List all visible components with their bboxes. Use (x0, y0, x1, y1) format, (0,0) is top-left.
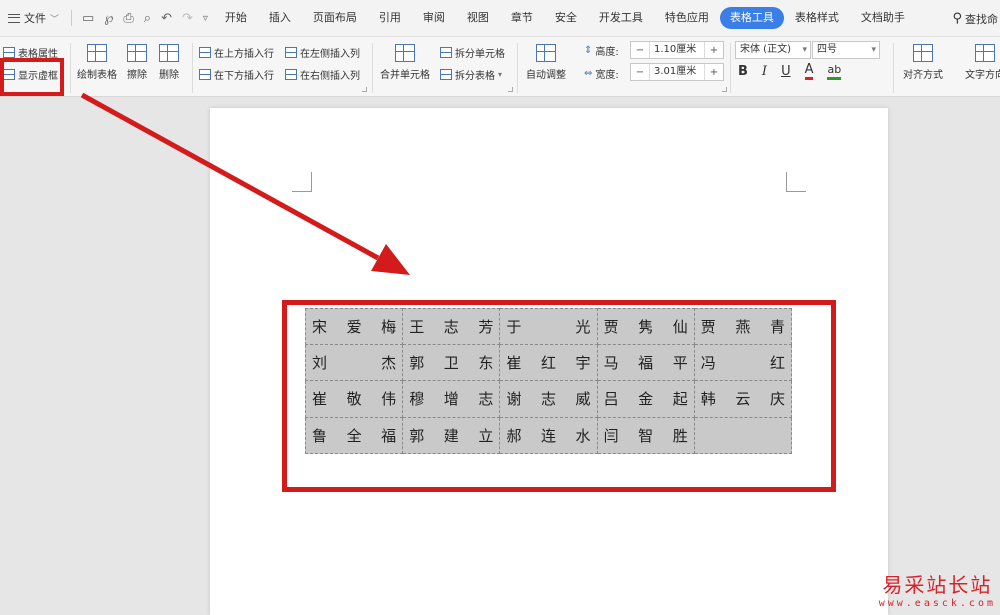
arrow-annotation (80, 92, 410, 275)
watermark-title: 易采站长站 (882, 573, 993, 597)
watermark-url: www.easck.com (878, 598, 996, 609)
arrow-shaft (80, 92, 380, 261)
watermark: 易采站长站 www.easck.com (879, 569, 996, 609)
